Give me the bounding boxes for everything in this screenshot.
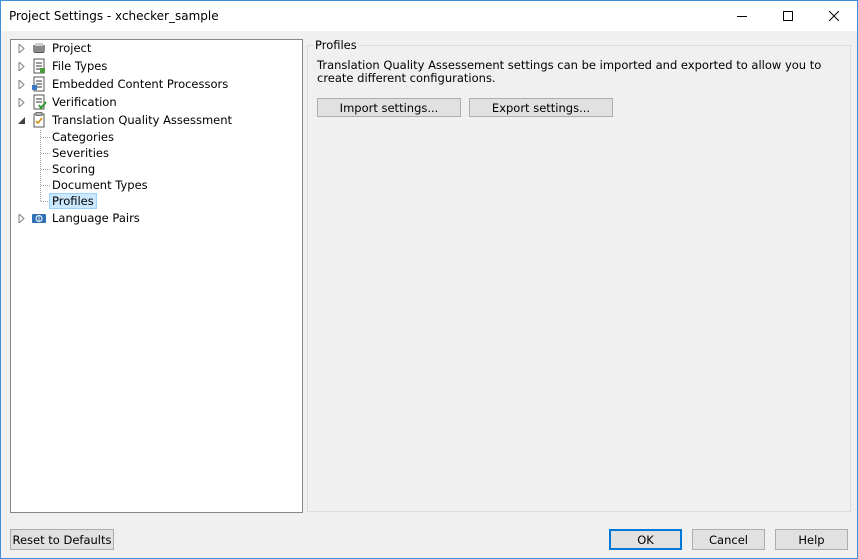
expand-arrow-icon[interactable] bbox=[17, 98, 26, 107]
minimize-icon bbox=[737, 16, 747, 17]
tree-connector bbox=[40, 130, 41, 202]
expand-arrow-icon[interactable] bbox=[17, 214, 26, 223]
maximize-button[interactable] bbox=[765, 1, 811, 31]
tree-item-label: Language Pairs bbox=[52, 211, 140, 225]
close-icon bbox=[829, 11, 839, 21]
tree-item-label: File Types bbox=[52, 59, 108, 73]
import-settings-button[interactable]: Import settings... bbox=[317, 98, 461, 117]
embedded-content-icon bbox=[32, 76, 45, 92]
tree-item-label: Project bbox=[52, 41, 92, 55]
verification-icon bbox=[33, 94, 47, 110]
tree-item-document-types[interactable]: Document Types bbox=[52, 178, 148, 192]
panel-description: Translation Quality Assessement settings… bbox=[317, 58, 822, 85]
maximize-icon bbox=[783, 11, 793, 21]
tree-item-label: Translation Quality Assessment bbox=[52, 113, 233, 127]
export-settings-button[interactable]: Export settings... bbox=[469, 98, 613, 117]
tree-connector bbox=[41, 185, 50, 186]
settings-tree[interactable]: Project File Types Embedded Content Proc… bbox=[10, 39, 303, 513]
expand-arrow-icon[interactable] bbox=[17, 80, 26, 89]
help-button[interactable]: Help bbox=[775, 529, 848, 550]
expand-arrow-icon[interactable] bbox=[17, 62, 26, 71]
tree-item-scoring[interactable]: Scoring bbox=[52, 162, 95, 176]
tqa-icon bbox=[33, 112, 45, 128]
tree-item-label: Verification bbox=[52, 95, 117, 109]
tree-connector bbox=[41, 137, 50, 138]
close-button[interactable] bbox=[811, 1, 857, 31]
collapse-arrow-icon[interactable] bbox=[17, 116, 26, 125]
ok-button[interactable]: OK bbox=[609, 529, 682, 550]
window-title: Project Settings - xchecker_sample bbox=[9, 9, 219, 23]
tree-item-label: Embedded Content Processors bbox=[52, 77, 229, 91]
cancel-button[interactable]: Cancel bbox=[692, 529, 765, 550]
language-pairs-icon bbox=[32, 214, 46, 223]
minimize-button[interactable] bbox=[719, 1, 765, 31]
panel-title: Profiles bbox=[313, 38, 359, 52]
tree-item-categories[interactable]: Categories bbox=[52, 130, 114, 144]
tree-item-profiles[interactable]: Profiles bbox=[49, 193, 97, 209]
expand-arrow-icon[interactable] bbox=[17, 44, 26, 53]
reset-to-defaults-button[interactable]: Reset to Defaults bbox=[10, 529, 114, 550]
title-bar[interactable]: Project Settings - xchecker_sample bbox=[1, 1, 857, 31]
file-types-icon bbox=[33, 58, 45, 74]
project-icon bbox=[33, 43, 45, 53]
tree-connector bbox=[41, 153, 50, 154]
tree-connector bbox=[41, 169, 50, 170]
tree-item-severities[interactable]: Severities bbox=[52, 146, 109, 160]
project-settings-window: Project Settings - xchecker_sample Proje… bbox=[0, 0, 858, 559]
